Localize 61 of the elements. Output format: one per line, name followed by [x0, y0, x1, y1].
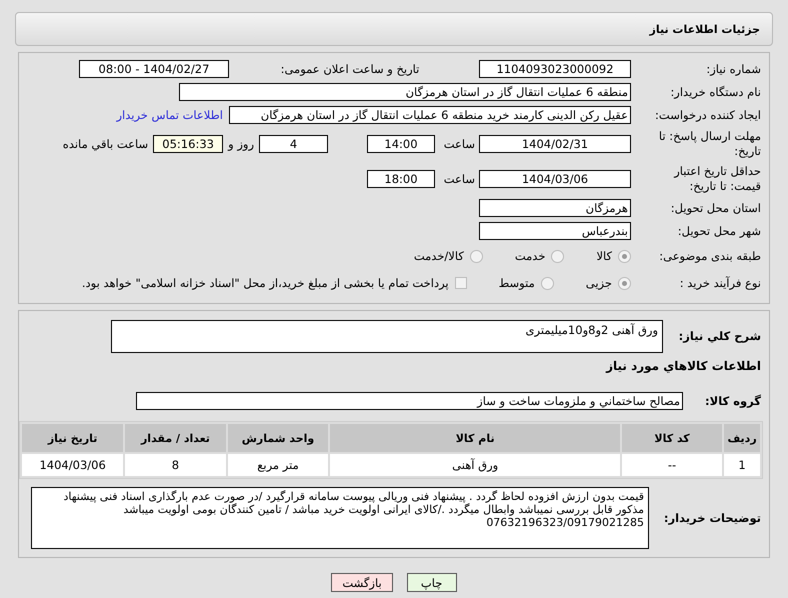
time-label: ساعت: [442, 172, 475, 186]
column-header: تاريخ نياز: [22, 424, 124, 452]
radio-button[interactable]: [470, 250, 483, 262]
requester-label: ایجاد کننده درخواست:: [654, 108, 762, 122]
table-cell: متر مربع: [228, 454, 328, 476]
radio-label: متوسط: [498, 276, 535, 290]
announce-field: 1404/02/27 - 08:00: [79, 60, 229, 78]
radio-label: کالا: [596, 249, 612, 263]
back-button[interactable]: بازگشت: [331, 573, 393, 592]
buyer-notes-label: توضیحات خریدار:: [662, 510, 762, 526]
radio-button[interactable]: [551, 250, 564, 262]
validity-date-field: 1404/03/06: [479, 170, 631, 188]
checkbox[interactable]: [454, 277, 467, 289]
column-header: نام كالا: [330, 424, 620, 452]
remaining-time-field: 05:16:33: [153, 135, 224, 153]
need-number-label: شماره نیاز:: [705, 62, 762, 76]
table-cell: 8: [125, 454, 226, 476]
reply-date-field: 1404/02/31: [479, 135, 631, 153]
table-cell: --: [622, 454, 722, 476]
remaining-label: ساعت باقي مانده: [62, 137, 148, 151]
table-cell: 1404/03/06: [22, 454, 124, 476]
city-label: شهر محل تحویل:: [676, 224, 762, 238]
buyer-label: نام دستگاه خریدار:: [669, 84, 762, 100]
print-button[interactable]: چاپ: [406, 573, 457, 592]
column-header: تعداد / مقدار: [125, 424, 226, 452]
province-label: استان محل تحویل:: [670, 200, 762, 216]
radio-label: جزیی: [586, 276, 612, 290]
time-label: ساعت: [442, 137, 475, 151]
page-title: جزئیات اطلاعات نیاز: [650, 22, 760, 36]
payment-label: پرداخت تمام یا بخشی از مبلغ خرید،از محل "اسناد خزانه اسلامی" خواهد بود.: [82, 276, 449, 290]
column-header: رديف: [724, 424, 760, 452]
description-label: شرح كلي نياز:: [678, 328, 762, 344]
need-number-field: 1104093023000092: [479, 60, 631, 78]
province-field: هرمزگان: [479, 199, 631, 217]
column-header: كد كالا: [622, 424, 722, 452]
column-header: واحد شمارش: [228, 424, 328, 452]
city-field: بندرعباس: [479, 222, 631, 240]
goods-group-field: مصالح ساختماني و ملزومات ساخت و ساز: [136, 392, 683, 410]
table-cell: ورق آهنی: [330, 454, 620, 476]
validity-time-field: 18:00: [367, 170, 435, 188]
goods-group-label: گروه كالا:: [704, 394, 762, 408]
table-cell: 1: [724, 454, 760, 476]
buyer-field: منطقه 6 عملیات انتقال گاز در استان هرمزگان: [179, 83, 631, 101]
category-label: طبقه بندی موضوعی:: [658, 248, 762, 264]
requester-field: عقیل رکن الدینی کارمند خرید منطقه 6 عملیات انتقال گاز در استان هرمزگان: [229, 106, 631, 124]
price-validity-label: حداقل تاریخ اعتبار قیمت: تا تاریخ:: [672, 164, 762, 194]
goods-heading: اطلاعات كالاهاي مورد نياز: [604, 359, 762, 373]
radio-button[interactable]: [618, 250, 631, 262]
description-field: ورق آهنی 2و8و10میلیمتری: [111, 320, 663, 352]
radio-label: کالا/خدمت: [414, 249, 464, 263]
radio-button[interactable]: [540, 276, 554, 290]
purchase-type-label: نوع فرآیند خرید :: [678, 276, 762, 290]
radio-button[interactable]: [618, 276, 631, 290]
reply-deadline-label: مهلت ارسال پاسخ: تا تاریخ:: [658, 129, 762, 159]
days-label: روز و: [228, 137, 254, 151]
buyer-contact-link[interactable]: اطلاعات تماس خریدار: [116, 108, 223, 122]
announce-label: تاریخ و ساعت اعلان عمومی:: [280, 62, 420, 76]
buyer-notes-field: قیمت بدون ارزش افزوده لحاظ گردد . پیشنهاد فنی وریالی پیوست سامانه قرارگیرد /در صورت عدم بارگذاری اسناد فنی پیشنهاد مذکور قابل بررسی نمیباشد وابطال میگردد ./کالای ایرانی اولویت خرید مباشد / تامین کنندگان بومی اولویت میباشد 07632196323/09179021285: [31, 487, 649, 549]
reply-time-field: 14:00: [367, 135, 435, 153]
radio-label: خدمت: [514, 249, 546, 263]
days-field: 4: [259, 135, 328, 153]
